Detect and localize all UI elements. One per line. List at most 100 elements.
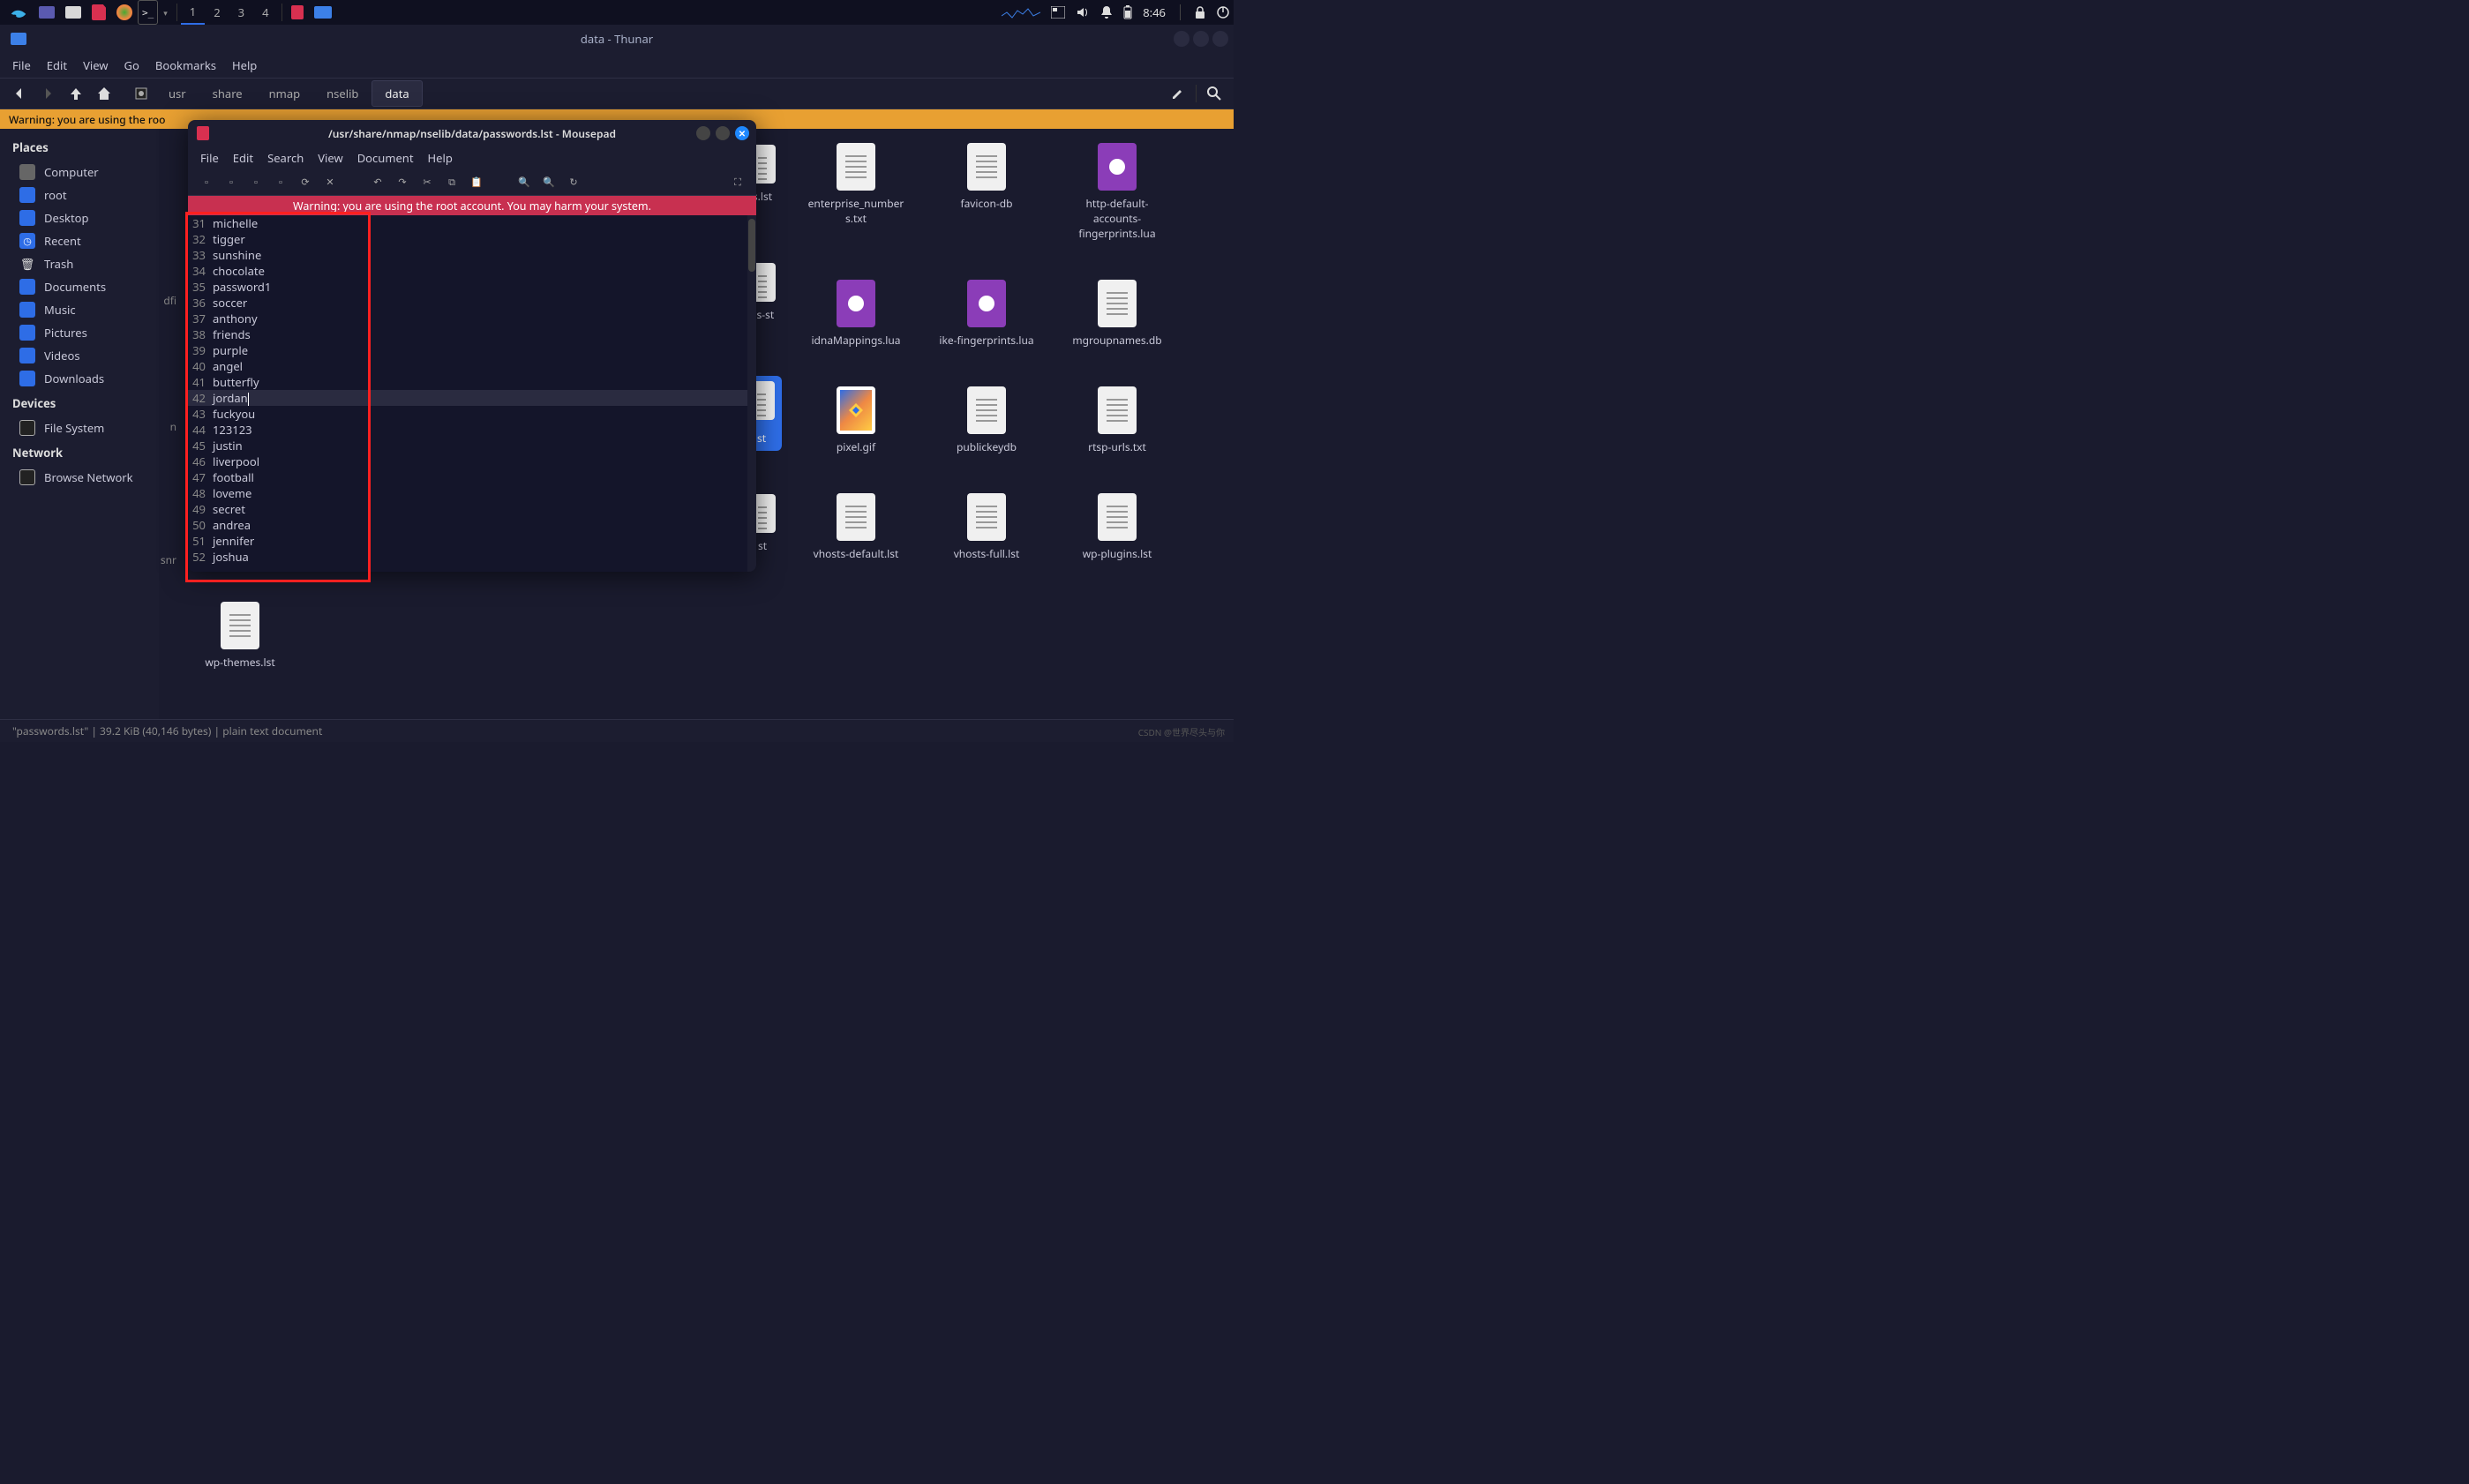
- editor-line[interactable]: 51jennifer: [188, 533, 747, 549]
- file-item[interactable]: mgroupnames.db: [1062, 274, 1172, 353]
- paste-icon[interactable]: 📋: [470, 176, 483, 189]
- editor-line[interactable]: 52joshua: [188, 549, 747, 565]
- forward-button[interactable]: [37, 83, 58, 104]
- editor-line[interactable]: 31michelle: [188, 215, 747, 231]
- notifications-icon[interactable]: [1100, 5, 1113, 19]
- menu-file[interactable]: File: [200, 150, 219, 166]
- menu-bookmarks[interactable]: Bookmarks: [155, 57, 216, 73]
- sidebar-places-recent[interactable]: ◷Recent: [0, 229, 159, 252]
- mousepad-titlebar[interactable]: /usr/share/nmap/nselib/data/passwords.ls…: [188, 120, 756, 146]
- sidebar-places-documents[interactable]: Documents: [0, 275, 159, 298]
- file-item[interactable]: publickeydb: [932, 381, 1041, 460]
- editor-line[interactable]: 43fuckyou: [188, 406, 747, 422]
- editor-line[interactable]: 40angel: [188, 358, 747, 374]
- sidebar-places-root[interactable]: root: [0, 184, 159, 206]
- minimize-button[interactable]: [1174, 31, 1189, 47]
- save-as-icon[interactable]: ▫: [274, 176, 287, 189]
- edit-path-button[interactable]: [1167, 83, 1189, 104]
- home-button[interactable]: [94, 83, 115, 104]
- menu-view[interactable]: View: [83, 57, 108, 73]
- file-item[interactable]: favicon-db: [932, 138, 1041, 246]
- maximize-button[interactable]: [1193, 31, 1209, 47]
- menu-edit[interactable]: Edit: [47, 57, 67, 73]
- cut-icon[interactable]: ✂: [421, 176, 433, 189]
- breadcrumb-nselib[interactable]: nselib: [313, 80, 371, 107]
- kali-menu-icon[interactable]: [4, 0, 34, 25]
- menu-search[interactable]: Search: [267, 150, 304, 166]
- open-file-icon[interactable]: ▫: [225, 176, 237, 189]
- volume-icon[interactable]: [1076, 5, 1090, 19]
- editor-line[interactable]: 34chocolate: [188, 263, 747, 279]
- taskbar-running-thunar[interactable]: [309, 0, 337, 25]
- menu-view[interactable]: View: [318, 150, 342, 166]
- find-replace-icon[interactable]: 🔍: [543, 176, 555, 189]
- sidebar-places-videos[interactable]: Videos: [0, 344, 159, 367]
- sidebar-places-computer[interactable]: Computer: [0, 161, 159, 184]
- editor-line[interactable]: 39purple: [188, 342, 747, 358]
- battery-icon[interactable]: [1123, 5, 1132, 19]
- breadcrumb-nmap[interactable]: nmap: [256, 80, 313, 107]
- workspace-1[interactable]: 1: [181, 0, 205, 25]
- thunar-titlebar[interactable]: data - Thunar: [0, 25, 1234, 53]
- editor-line[interactable]: 44123123: [188, 422, 747, 438]
- file-item[interactable]: idnaMappings.lua: [801, 274, 911, 353]
- menu-file[interactable]: File: [12, 57, 31, 73]
- breadcrumb-share[interactable]: share: [199, 80, 256, 107]
- editor-line[interactable]: 35password1: [188, 279, 747, 295]
- redo-icon[interactable]: ↷: [396, 176, 409, 189]
- text-editor-area[interactable]: 31michelle32tigger33sunshine34chocolate3…: [188, 215, 756, 572]
- copy-icon[interactable]: ⧉: [446, 176, 458, 189]
- minimize-button[interactable]: [696, 126, 710, 140]
- sidebar-devices-file-system[interactable]: File System: [0, 416, 159, 439]
- clock[interactable]: 8:46: [1143, 4, 1166, 20]
- editor-line[interactable]: 49secret: [188, 501, 747, 517]
- file-item[interactable]: vhosts-full.lst: [932, 488, 1041, 566]
- editor-scrollbar[interactable]: [747, 215, 756, 572]
- close-button[interactable]: ✕: [735, 126, 749, 140]
- sidebar-places-desktop[interactable]: Desktop: [0, 206, 159, 229]
- taskbar-app-1[interactable]: [34, 0, 60, 25]
- close-button[interactable]: [1212, 31, 1228, 47]
- taskbar-editor-icon[interactable]: [86, 0, 111, 25]
- save-icon[interactable]: ▫: [250, 176, 262, 189]
- workspace-4[interactable]: 4: [253, 0, 277, 25]
- close-file-icon[interactable]: ✕: [324, 176, 336, 189]
- new-file-icon[interactable]: ▫: [200, 176, 213, 189]
- sidebar-network-browse-network[interactable]: Browse Network: [0, 466, 159, 489]
- sidebar-places-downloads[interactable]: Downloads: [0, 367, 159, 390]
- workspace-3[interactable]: 3: [229, 0, 253, 25]
- taskbar-running-mousepad[interactable]: [286, 0, 309, 25]
- file-item[interactable]: wp-themes.lst: [185, 596, 295, 675]
- power-icon[interactable]: [1216, 5, 1230, 19]
- find-icon[interactable]: 🔍: [518, 176, 530, 189]
- network-graph-icon[interactable]: [1002, 5, 1040, 19]
- menu-help[interactable]: Help: [428, 150, 453, 166]
- menu-help[interactable]: Help: [232, 57, 257, 73]
- file-item[interactable]: ike-fingerprints.lua: [932, 274, 1041, 353]
- sidebar-places-pictures[interactable]: Pictures: [0, 321, 159, 344]
- editor-line[interactable]: 48loveme: [188, 485, 747, 501]
- file-item[interactable]: pixel.gif: [801, 381, 911, 460]
- file-item[interactable]: vhosts-default.lst: [801, 488, 911, 566]
- file-item[interactable]: http-default-accounts-fingerprints.lua: [1062, 138, 1172, 246]
- fullscreen-icon[interactable]: ⛶: [732, 176, 744, 189]
- file-item[interactable]: enterprise_numbers.txt: [801, 138, 911, 246]
- taskbar-terminal-icon[interactable]: >_: [138, 0, 158, 25]
- search-button[interactable]: [1204, 83, 1225, 104]
- editor-line[interactable]: 47football: [188, 469, 747, 485]
- breadcrumb-data[interactable]: data: [371, 80, 422, 107]
- sidebar-places-trash[interactable]: 🗑Trash: [0, 252, 159, 275]
- workspace-2[interactable]: 2: [205, 0, 229, 25]
- taskbar-files-icon[interactable]: [60, 0, 86, 25]
- breadcrumb-usr[interactable]: usr: [155, 80, 199, 107]
- menu-go[interactable]: Go: [124, 57, 139, 73]
- editor-line[interactable]: 36soccer: [188, 295, 747, 311]
- up-button[interactable]: [65, 83, 86, 104]
- editor-line[interactable]: 41butterfly: [188, 374, 747, 390]
- editor-line[interactable]: 38friends: [188, 326, 747, 342]
- editor-line[interactable]: 45justin: [188, 438, 747, 453]
- menu-document[interactable]: Document: [357, 150, 414, 166]
- editor-line[interactable]: 33sunshine: [188, 247, 747, 263]
- sidebar-places-music[interactable]: Music: [0, 298, 159, 321]
- reload-icon[interactable]: ⟳: [299, 176, 311, 189]
